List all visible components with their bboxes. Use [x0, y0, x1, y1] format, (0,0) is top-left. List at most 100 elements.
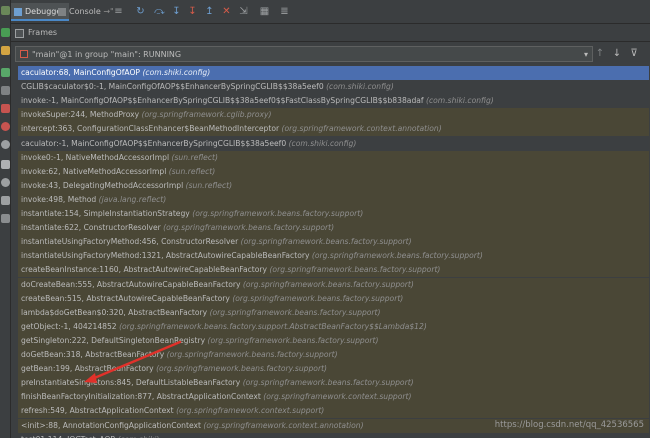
menu-icon[interactable]: ≡: [113, 6, 124, 17]
thread-label: "main"@1 in group "main": RUNNING: [32, 50, 182, 59]
frame-method: getSingleton:222, DefaultSingletonBeanRe…: [21, 335, 206, 345]
frame-method: caculator:-1, MainConfigOfAOP$$EnhancerB…: [21, 138, 287, 148]
frames-title: Frames: [28, 28, 58, 37]
stop-icon[interactable]: [1, 104, 10, 113]
stack-frame-row[interactable]: lambda$doGetBean$0:320, AbstractBeanFact…: [18, 305, 649, 320]
show-execution-point-icon[interactable]: ↻: [135, 6, 146, 17]
stack-frame-row[interactable]: invoke0:-1, NativeMethodAccessorImpl (su…: [18, 150, 649, 165]
evaluate-expression-icon[interactable]: ▦: [259, 6, 270, 17]
stack-frame-row[interactable]: getBean:199, AbstractBeanFactory (org.sp…: [18, 362, 649, 377]
frame-method: getObject:-1, 404214852: [21, 321, 117, 331]
frame-package: (org.springframework.context.support): [176, 406, 325, 416]
previous-frame-icon[interactable]: ↑: [594, 47, 606, 61]
step-out-icon[interactable]: ↥: [204, 6, 215, 17]
thread-status-icon: [20, 50, 28, 58]
step-over-icon[interactable]: ⤼: [154, 6, 165, 17]
trace-icon[interactable]: ≣: [279, 6, 290, 17]
left-tool-strip: [0, 0, 11, 438]
run-to-cursor-icon[interactable]: ⇲: [238, 6, 249, 17]
chevron-down-icon: ▾: [583, 50, 588, 59]
stack-frame-row[interactable]: instantiateUsingFactoryMethod:456, Const…: [18, 235, 649, 250]
thread-bar: "main"@1 in group "main": RUNNING ▾ ↑ ↓ …: [11, 43, 650, 65]
stack-frame-row[interactable]: preInstantiateSingletons:845, DefaultLis…: [18, 376, 649, 391]
watermark: https://blog.csdn.net/qq_42536565: [494, 420, 644, 430]
stack-frame-row[interactable]: instantiateUsingFactoryMethod:1321, Abst…: [18, 249, 649, 264]
stack-frame-row[interactable]: createBeanInstance:1160, AbstractAutowir…: [18, 263, 649, 278]
frame-package: (org.springframework.beans.factory.suppo…: [166, 350, 338, 359]
frame-method: CGLIB$caculator$0:-1, MainConfigOfAOP$$E…: [21, 82, 324, 92]
frame-package: (org.springframework.beans.factory.suppo…: [209, 307, 381, 317]
stack-frame-row[interactable]: refresh:549, AbstractApplicationContext …: [18, 404, 649, 419]
stack-frame-row[interactable]: intercept:363, ConfigurationClassEnhance…: [18, 122, 649, 137]
drop-frame-icon[interactable]: ✕: [221, 6, 232, 17]
stack-frame-row[interactable]: invoke:43, DelegatingMethodAccessorImpl …: [18, 178, 649, 193]
frame-package: (org.springframework.beans.factory.suppo…: [207, 335, 379, 345]
frame-package: (org.springframework.context.annotation): [203, 420, 364, 430]
frame-method: <init>:88, AnnotationConfigApplicationCo…: [21, 420, 201, 430]
view-breakpoints-icon[interactable]: [1, 122, 10, 131]
stack-frame-row[interactable]: getSingleton:222, DefaultSingletonBeanRe…: [18, 333, 649, 348]
frames-list: caculator:68, MainConfigOfAOP (com.shiki…: [11, 65, 650, 438]
filter-icon[interactable]: ⊽: [628, 47, 640, 61]
frame-method: lambda$doGetBean$0:320, AbstractBeanFact…: [21, 307, 208, 317]
frame-method: intercept:363, ConfigurationClassEnhance…: [21, 124, 280, 134]
stack-frame-row[interactable]: doCreateBean:555, AbstractAutowireCapabl…: [18, 277, 649, 292]
stack-frame-row[interactable]: caculator:68, MainConfigOfAOP (com.shiki…: [18, 66, 649, 80]
pause-icon[interactable]: [1, 46, 10, 55]
frame-method: createBean:515, AbstractAutowireCapableB…: [21, 293, 230, 303]
frame-method: doCreateBean:555, AbstractAutowireCapabl…: [21, 279, 241, 289]
frame-package: (org.springframework.context.annotation): [281, 124, 442, 134]
step-into-icon[interactable]: ↧: [171, 6, 182, 17]
stack-frame-row[interactable]: doGetBean:318, AbstractBeanFactory (org.…: [18, 348, 649, 362]
stack-frame-row[interactable]: instantiate:154, SimpleInstantiationStra…: [18, 207, 649, 221]
frame-method: doGetBean:318, AbstractBeanFactory: [21, 350, 165, 359]
frame-method: caculator:68, MainConfigOfAOP: [21, 68, 141, 77]
resume-icon[interactable]: [1, 28, 10, 37]
frame-package: (org.springframework.beans.factory.suppo…: [163, 223, 335, 233]
frame-method: invokeSuper:244, MethodProxy: [21, 110, 140, 120]
frame-method: invoke:43, DelegatingMethodAccessorImpl: [21, 180, 184, 190]
frame-method: preInstantiateSingletons:845, DefaultLis…: [21, 378, 241, 388]
pin-icon[interactable]: [1, 196, 10, 205]
stack-frame-row[interactable]: getObject:-1, 404214852 (org.springframe…: [18, 319, 649, 334]
camera-icon[interactable]: [1, 160, 10, 169]
next-frame-icon[interactable]: ↓: [611, 47, 623, 61]
stack-frame-row[interactable]: invoke:62, NativeMethodAccessorImpl (sun…: [18, 164, 649, 179]
run-icon[interactable]: [1, 68, 10, 77]
frame-package: (org.springframework.beans.factory.suppo…: [119, 321, 427, 331]
frame-method: createBeanInstance:1160, AbstractAutowir…: [21, 265, 268, 275]
force-step-into-icon[interactable]: ↧: [187, 6, 198, 17]
tab-console[interactable]: Console →": [55, 3, 118, 21]
frame-package: (org.springframework.cglib.proxy): [141, 110, 272, 120]
stack-frame-row[interactable]: createBean:515, AbstractAutowireCapableB…: [18, 291, 649, 306]
rerun-icon[interactable]: [1, 6, 10, 15]
frame-package: (com.shiki.config): [142, 68, 211, 77]
frame-method: finishBeanFactoryInitialization:877, Abs…: [21, 392, 261, 402]
stack-frame-row[interactable]: CGLIB$caculator$0:-1, MainConfigOfAOP$$E…: [18, 80, 649, 94]
stack-frame-row[interactable]: invoke:498, Method (java.lang.reflect): [18, 192, 649, 207]
stack-frame-row[interactable]: invoke:-1, MainConfigOfAOP$$EnhancerBySp…: [18, 94, 649, 108]
close-icon[interactable]: [1, 214, 10, 223]
frames-header: Frames: [11, 25, 650, 42]
stack-frame-row[interactable]: caculator:-1, MainConfigOfAOP$$EnhancerB…: [18, 137, 649, 151]
stack-frame-row[interactable]: test01:114, IOCTest_AOP (com.shiki): [18, 433, 649, 438]
frame-method: instantiate:622, ConstructorResolver: [21, 223, 161, 233]
frame-package: (org.springframework.beans.factory.suppo…: [242, 279, 414, 289]
frame-package: (org.springframework.beans.factory.suppo…: [311, 251, 483, 261]
frame-method: refresh:549, AbstractApplicationContext: [21, 406, 174, 416]
frame-package: (org.springframework.beans.factory.suppo…: [240, 237, 412, 247]
mute-breakpoints-icon[interactable]: [1, 140, 10, 149]
stack-frame-row[interactable]: finishBeanFactoryInitialization:877, Abs…: [18, 390, 649, 405]
thread-selector[interactable]: "main"@1 in group "main": RUNNING ▾: [15, 46, 593, 62]
frame-method: invoke:-1, MainConfigOfAOP$$EnhancerBySp…: [21, 96, 424, 106]
pause-program-icon[interactable]: [1, 86, 10, 95]
debug-toolbar: Debugger Console →" ≡ ↻ ⤼ ↧ ↧ ↥ ✕ ⇲ ▦ ≣: [11, 0, 650, 24]
stack-frame-row[interactable]: invokeSuper:244, MethodProxy (org.spring…: [18, 108, 649, 123]
frame-method: instantiate:154, SimpleInstantiationStra…: [21, 209, 190, 218]
frame-method: invoke:498, Method: [21, 194, 97, 204]
frame-package: (com.shiki): [117, 435, 159, 438]
settings-icon[interactable]: [1, 178, 10, 187]
stack-frame-row[interactable]: instantiate:622, ConstructorResolver (or…: [18, 221, 649, 236]
frame-package: (org.springframework.context.support): [263, 392, 412, 402]
frame-package: (org.springframework.beans.factory.suppo…: [232, 293, 404, 303]
